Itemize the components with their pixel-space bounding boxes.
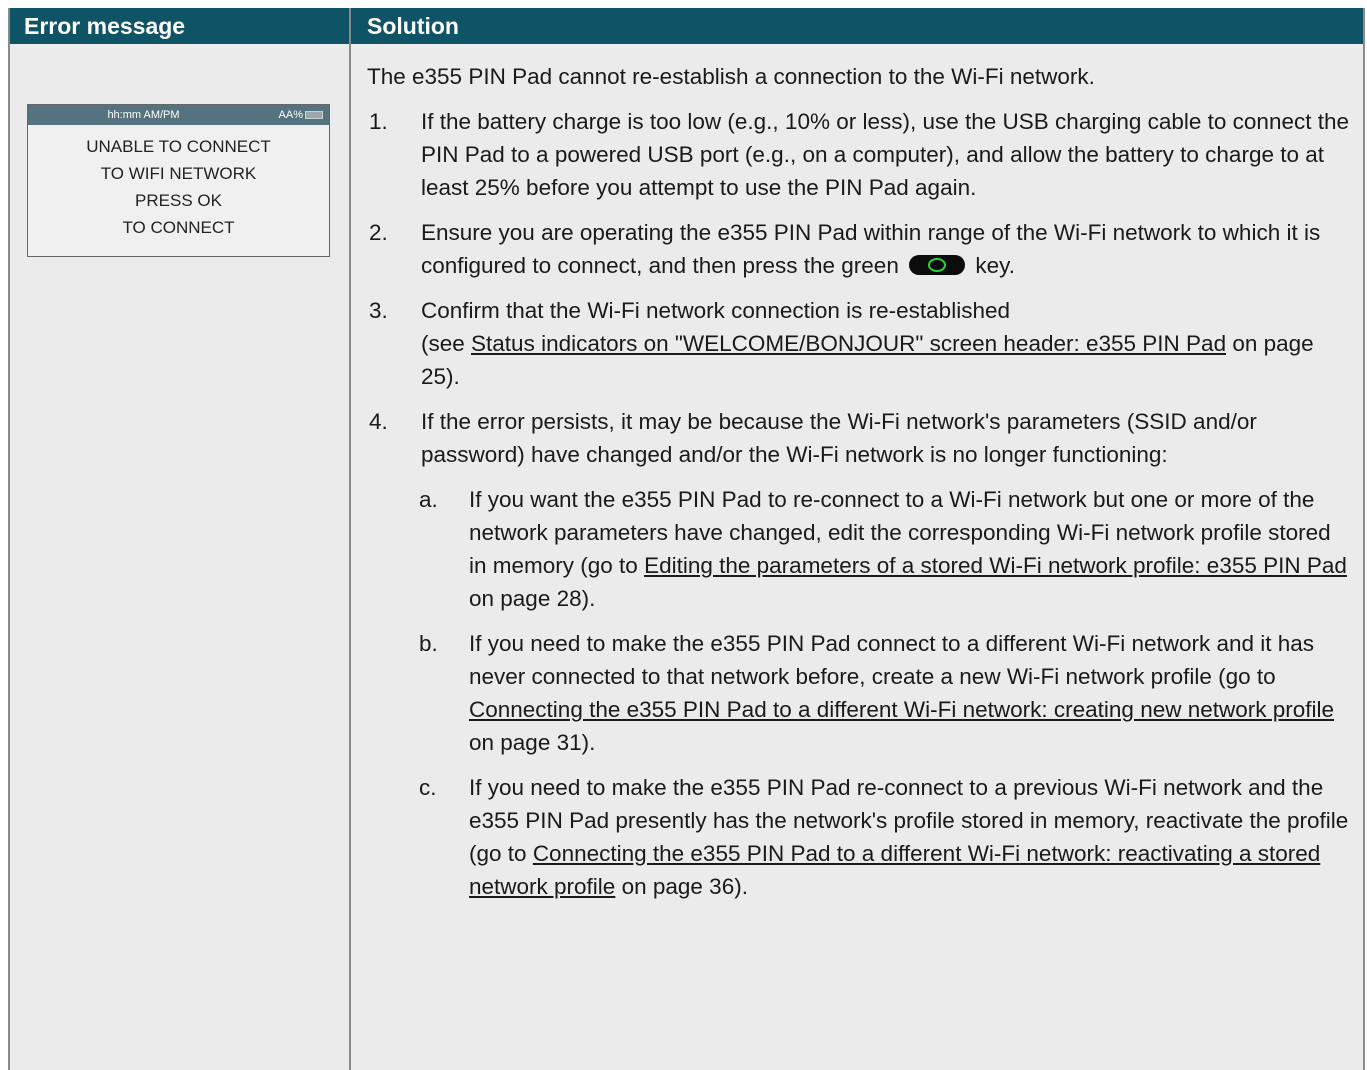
step-number: 2. [369,220,388,245]
pin-pad-screen-image: hh:mm AM/PM AA% UNABLE TO CONNECT TO WIF… [27,104,330,257]
solution-cell: The e355 PIN Pad cannot re-establish a c… [349,44,1363,1070]
screen-line: PRESS OK [135,191,222,210]
substep-text: If you want the e355 PIN Pad to re-conne… [469,487,1347,611]
editing-parameters-link[interactable]: Editing the parameters of a stored Wi-Fi… [644,553,1347,578]
substep-letter: b. [419,631,438,656]
column-header-solution: Solution [349,8,1363,44]
screen-error-text: UNABLE TO CONNECT TO WIFI NETWORK PRESS … [28,133,329,241]
step-number: 1. [369,109,388,134]
substep-text: If you need to make the e355 PIN Pad con… [469,631,1335,755]
step-number: 4. [369,409,388,434]
step-4: 4. If the error persists, it may be beca… [367,405,1349,903]
substep-c: c. If you need to make the e355 PIN Pad … [417,771,1349,903]
step-text: If the battery charge is too low (e.g., … [421,109,1350,200]
step-2: 2. Ensure you are operating the e355 PIN… [367,216,1349,282]
substep-letter: c. [419,775,437,800]
step-number: 3. [369,298,388,323]
creating-new-profile-link[interactable]: Connecting the e355 PIN Pad to a differe… [469,697,1334,722]
step-text: If the error persists, it may be because… [421,409,1257,467]
green-ok-key-icon [909,255,966,275]
screen-line: TO WIFI NETWORK [100,164,257,183]
step-3: 3. Confirm that the Wi-Fi network connec… [367,294,1349,393]
battery-icon [305,111,323,119]
status-indicators-link[interactable]: Status indicators on "WELCOME/BONJOUR" s… [471,331,1226,356]
screen-line: UNABLE TO CONNECT [86,137,271,156]
substep-text: If you need to make the e355 PIN Pad re-… [469,775,1349,899]
reactivating-profile-link[interactable]: Connecting the e355 PIN Pad to a differe… [469,841,1320,899]
screen-battery-percent: AA% [278,109,303,121]
solution-intro: The e355 PIN Pad cannot re-establish a c… [367,64,1095,89]
screen-status-bar: hh:mm AM/PM AA% [28,105,329,125]
column-header-error-message: Error message [10,8,349,44]
substep-b: b. If you need to make the e355 PIN Pad … [417,627,1349,759]
step-text: Ensure you are operating the e355 PIN Pa… [421,220,1321,278]
step-1: 1. If the battery charge is too low (e.g… [367,105,1349,204]
screen-line: TO CONNECT [122,218,235,237]
screen-time: hh:mm AM/PM [107,109,180,121]
substep-letter: a. [419,487,438,512]
error-message-cell: hh:mm AM/PM AA% UNABLE TO CONNECT TO WIF… [10,44,349,1070]
step-text: Confirm that the Wi-Fi network connectio… [421,298,1314,389]
substep-a: a. If you want the e355 PIN Pad to re-co… [417,483,1349,615]
error-solution-table: Error message Solution hh:mm AM/PM AA% U… [8,8,1365,1070]
